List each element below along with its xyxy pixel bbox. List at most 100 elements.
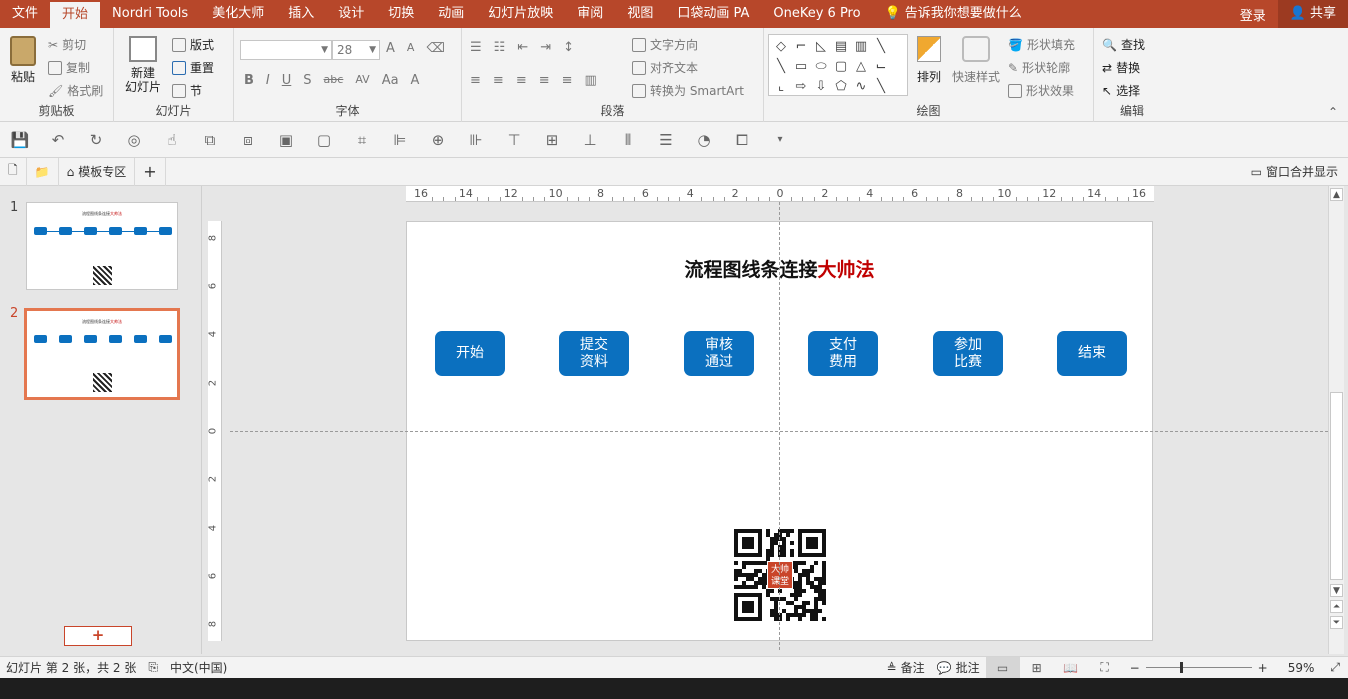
align-left-obj-icon[interactable]: ⊫ <box>392 131 408 149</box>
slide-thumbnail-2[interactable]: 流程图线条连接大帅法 <box>24 308 180 400</box>
zoom-slider[interactable] <box>1145 662 1252 673</box>
down-arrow-shape-icon[interactable]: ⇩ <box>811 77 831 97</box>
zoom-in-icon[interactable]: + <box>1258 661 1268 675</box>
tab-slideshow[interactable]: 幻灯片放映 <box>476 0 565 28</box>
columns-icon[interactable]: ▥ <box>585 73 597 88</box>
save-icon[interactable]: 💾 <box>11 131 30 149</box>
undo-icon[interactable]: ↶ <box>50 131 66 149</box>
align-middle-obj-icon[interactable]: ⊞ <box>544 131 560 149</box>
layout-button[interactable]: 版式 <box>172 36 214 53</box>
tab-home[interactable]: 开始 <box>50 2 101 28</box>
bold-button[interactable]: B <box>244 73 254 88</box>
touch-mode-icon[interactable]: ☝ <box>164 131 180 149</box>
vertical-guide[interactable] <box>779 202 780 650</box>
curve-shape-icon[interactable]: ∿ <box>851 77 871 97</box>
align-bottom-obj-icon[interactable]: ⊥ <box>582 131 598 149</box>
font-color-button[interactable]: A <box>411 73 420 88</box>
send-backward-icon[interactable]: ▢ <box>316 131 332 149</box>
justify-icon[interactable]: ≡ <box>539 73 550 88</box>
open-folder-icon[interactable]: 📁 <box>27 157 59 186</box>
zoom-out-icon[interactable]: − <box>1130 661 1140 675</box>
vertical-scrollbar[interactable]: ▲ ▼ ⏶ ⏷ <box>1328 186 1344 654</box>
template-zone-tab[interactable]: ⌂ 模板专区 <box>59 157 136 186</box>
shape-gallery[interactable]: ◇ ⌐ ◺ ▤ ▥ ╲ ╲ ▭ ⬭ ▢ △ ⌙ ⌞ ⇨ ⇩ ⬠ ∿ ╲ <box>768 34 908 96</box>
flow-box-start[interactable]: 开始 <box>435 331 505 376</box>
paste-button[interactable]: 粘贴 <box>6 36 40 84</box>
shrink-font-button[interactable]: A <box>407 41 415 56</box>
add-slide-button[interactable]: + <box>64 626 132 646</box>
flow-box-end[interactable]: 结束 <box>1057 331 1127 376</box>
underline-button[interactable]: U <box>282 73 292 88</box>
textbox-icon[interactable]: ▤ <box>831 37 851 57</box>
new-doc-icon[interactable]: 🗋 <box>0 157 27 186</box>
clear-format-icon[interactable]: ⌫ <box>426 41 444 56</box>
shape-outline-button[interactable]: ✎ 形状轮廓 <box>1008 59 1070 76</box>
grow-font-button[interactable]: A <box>386 41 395 56</box>
align-left-icon[interactable]: ≡ <box>470 73 481 88</box>
flow-box-compete[interactable]: 参加 比赛 <box>933 331 1003 376</box>
arrange-button[interactable]: 排列 <box>912 36 946 84</box>
line-shape-icon[interactable]: ╲ <box>771 57 791 77</box>
tab-design[interactable]: 设计 <box>326 0 376 28</box>
tab-pocket-animation[interactable]: 口袋动画 PA <box>665 0 761 28</box>
notes-button[interactable]: ≜ 备注 <box>881 659 931 676</box>
comments-button[interactable]: 💬 批注 <box>931 659 986 676</box>
increase-indent-icon[interactable]: ⇥ <box>540 40 551 55</box>
align-top-obj-icon[interactable]: ⊤ <box>506 131 522 149</box>
slideshow-view-icon[interactable]: ⛶ <box>1088 657 1122 679</box>
line-spacing-icon[interactable]: ↕ <box>563 40 574 55</box>
customize-toolbar-icon[interactable]: ▾ <box>772 132 788 148</box>
slide-thumbnail-1[interactable]: 流程图线条连接大帅法 <box>26 202 178 290</box>
normal-view-icon[interactable]: ▭ <box>985 656 1020 679</box>
login-button[interactable]: 登录 <box>1228 5 1278 24</box>
previous-slide-icon[interactable]: ⏶ <box>1330 600 1343 613</box>
find-button[interactable]: 🔍 查找 <box>1102 36 1145 53</box>
rounded-rect-shape-icon[interactable]: ▢ <box>831 57 851 77</box>
format-painter-button[interactable]: 🖌 格式刷 <box>48 82 103 99</box>
distributed-icon[interactable]: ≡ <box>562 73 573 88</box>
new-slide-button[interactable]: 新建 幻灯片 <box>118 36 168 94</box>
reading-view-icon[interactable]: 📖 <box>1054 657 1088 679</box>
right-arrow-shape-icon[interactable]: ⇨ <box>791 77 811 97</box>
cut-button[interactable]: ✂ 剪切 <box>48 36 86 53</box>
select-button[interactable]: ↖ 选择 <box>1102 82 1140 99</box>
redo-icon[interactable]: ↻ <box>88 131 104 149</box>
selection-pane-icon[interactable]: ⧠ <box>734 131 750 149</box>
flow-box-review[interactable]: 审核 通过 <box>684 331 754 376</box>
qr-code-image[interactable]: 大帅 课堂 <box>734 529 826 621</box>
elbow-connector-icon[interactable]: ⌐ <box>791 37 811 57</box>
distribute-v-icon[interactable]: ☰ <box>658 131 674 149</box>
change-case-button[interactable]: Aa <box>382 73 399 88</box>
bent-connector-icon[interactable]: ⌞ <box>771 77 791 97</box>
share-button[interactable]: 👤 共享 <box>1277 0 1348 28</box>
reset-button[interactable]: 重置 <box>172 59 214 76</box>
shape-fill-button[interactable]: 🪣 形状填充 <box>1008 36 1075 53</box>
section-button[interactable]: 节 <box>172 82 202 99</box>
slide-sorter-icon[interactable]: ⊞ <box>1020 657 1054 679</box>
oval-shape-icon[interactable]: ⬭ <box>811 57 831 77</box>
connector-shape-icon[interactable]: ⌙ <box>871 57 891 77</box>
tab-review[interactable]: 审阅 <box>565 0 615 28</box>
pentagon-shape-icon[interactable]: ⬠ <box>831 77 851 97</box>
group-icon[interactable]: ⧉ <box>202 131 218 149</box>
shape-effects-button[interactable]: 形状效果 <box>1008 82 1074 99</box>
shadow-button[interactable]: S <box>303 73 311 88</box>
numbering-icon[interactable]: ☷ <box>494 40 506 55</box>
next-slide-icon[interactable]: ⏷ <box>1330 616 1343 629</box>
merge-windows-button[interactable]: ▭ 窗口合并显示 <box>1251 163 1348 180</box>
text-direction-button[interactable]: 文字方向 <box>632 36 698 53</box>
strikethrough-button[interactable]: abc <box>324 73 344 88</box>
scroll-up-icon[interactable]: ▲ <box>1330 188 1343 201</box>
flow-box-submit[interactable]: 提交 资料 <box>559 331 629 376</box>
tab-nordri-tools[interactable]: Nordri Tools <box>100 0 200 28</box>
char-spacing-button[interactable]: AV <box>355 73 369 88</box>
triangle-shape-icon[interactable]: ◺ <box>811 37 831 57</box>
zoom-slider-knob[interactable] <box>1179 662 1183 673</box>
preview-icon[interactable]: ◎ <box>126 131 142 149</box>
align-center-obj-icon[interactable]: ⊕ <box>430 131 446 149</box>
language-indicator[interactable]: 中文(中国) <box>164 659 233 676</box>
replace-button[interactable]: ⇄ 替换 <box>1102 59 1140 76</box>
decrease-indent-icon[interactable]: ⇤ <box>517 40 528 55</box>
align-center-icon[interactable]: ≡ <box>493 73 504 88</box>
tell-me-box[interactable]: 💡 告诉我你想要做什么 <box>873 0 1034 28</box>
